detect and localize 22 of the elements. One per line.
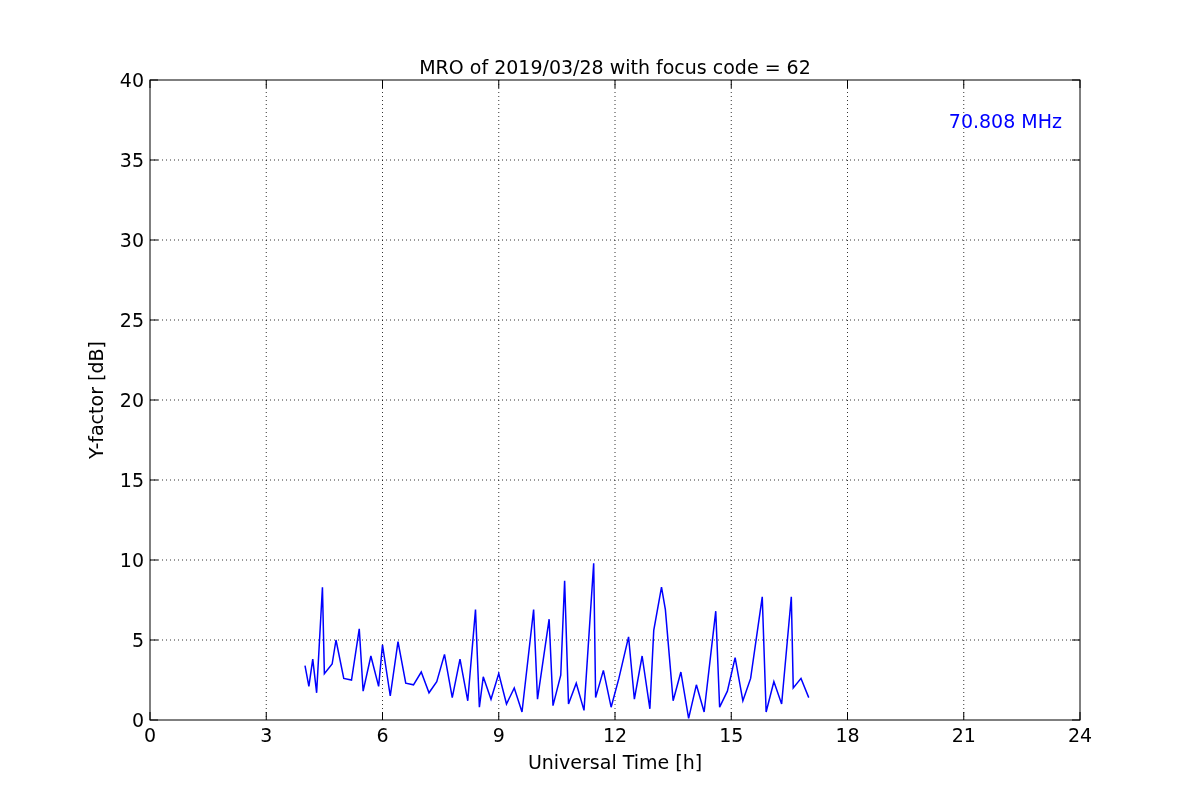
x-tick-label: 0: [143, 724, 157, 746]
x-tick-label: 18: [835, 724, 860, 746]
y-tick-label: 15: [119, 469, 144, 491]
series-label: 70.808 MHz: [948, 110, 1062, 132]
y-tick-label: 25: [119, 309, 144, 331]
y-tick-label: 10: [119, 549, 144, 571]
y-tick-label: 20: [119, 389, 144, 411]
x-tick-label: 21: [951, 724, 976, 746]
x-tick-label: 15: [719, 724, 744, 746]
x-tick-label: 9: [492, 724, 505, 746]
y-axis-label: Y-factor [dB]: [85, 341, 107, 459]
x-tick-label: 3: [260, 724, 273, 746]
x-axis-label: Universal Time [h]: [527, 751, 703, 773]
y-tick-label: 35: [119, 149, 144, 171]
x-tick-label: 24: [1067, 724, 1093, 746]
y-tick-label: 0: [131, 709, 144, 731]
y-tick-label: 5: [131, 629, 144, 651]
x-tick-label: 6: [376, 724, 389, 746]
chart-title: MRO of 2019/03/28 with focus code = 62: [419, 56, 811, 78]
y-tick-label: 40: [119, 69, 144, 91]
x-tick-label: 12: [602, 724, 628, 746]
y-tick-label: 30: [119, 229, 144, 251]
